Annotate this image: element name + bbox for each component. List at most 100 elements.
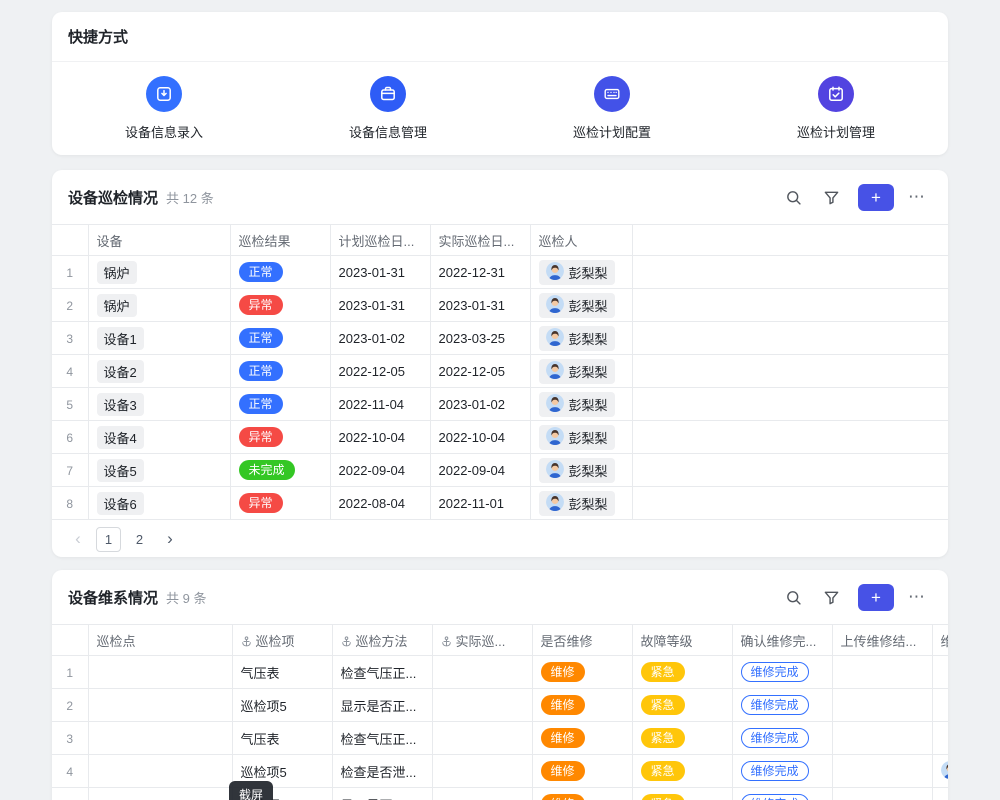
cell-upload[interactable] [832, 722, 932, 755]
cell-person[interactable]: 彭梨梨 [530, 421, 632, 454]
table-row[interactable]: 8设备6异常2022-08-042022-11-01彭梨梨 [52, 487, 948, 520]
cell-method[interactable]: 检查是否泄... [332, 755, 432, 788]
cell-actual[interactable]: 2022-12-05 [430, 355, 530, 388]
search-icon[interactable] [778, 582, 808, 612]
cell-no[interactable]: 1 [52, 256, 88, 289]
column-header-point[interactable]: 巡检点 [88, 625, 232, 656]
cell-no[interactable]: 5 [52, 788, 88, 800]
table-row[interactable]: 3气压表检查气压正...维修紧急维修完成 [52, 722, 948, 755]
cell-method[interactable]: 显示是否正... [332, 788, 432, 800]
shortcut-inspection-plan-manage[interactable]: 巡检计划管理 [724, 76, 948, 141]
cell-actual[interactable] [432, 722, 532, 755]
cell-no[interactable]: 3 [52, 722, 88, 755]
cell-device[interactable]: 设备3 [88, 388, 230, 421]
cell-device[interactable]: 设备6 [88, 487, 230, 520]
cell-point[interactable] [88, 722, 232, 755]
cell-point[interactable] [88, 689, 232, 722]
cell-method[interactable]: 检查气压正... [332, 656, 432, 689]
cell-worker[interactable] [932, 788, 948, 800]
cell-plan[interactable]: 2022-11-04 [330, 388, 430, 421]
cell-upload[interactable] [832, 689, 932, 722]
table-row[interactable]: 5设备3正常2022-11-042023-01-02彭梨梨 [52, 388, 948, 421]
cell-worker[interactable] [932, 689, 948, 722]
cell-plan[interactable]: 2023-01-31 [330, 256, 430, 289]
cell-worker[interactable] [932, 755, 948, 788]
cell-upload[interactable] [832, 755, 932, 788]
cell-level[interactable]: 紧急 [632, 656, 732, 689]
column-header-plan[interactable]: 计划巡检日... [330, 225, 430, 256]
cell-actual[interactable]: 2022-11-01 [430, 487, 530, 520]
cell-item[interactable]: 气压表 [232, 722, 332, 755]
table-row[interactable]: 2锅炉异常2023-01-312023-01-31彭梨梨 [52, 289, 948, 322]
table-row[interactable]: 6设备4异常2022-10-042022-10-04彭梨梨 [52, 421, 948, 454]
cell-person[interactable]: 彭梨梨 [530, 454, 632, 487]
column-header-person[interactable]: 巡检人 [530, 225, 632, 256]
table-row[interactable]: 4巡检项5检查是否泄...维修紧急维修完成 [52, 755, 948, 788]
more-menu-icon[interactable]: ⋯ [902, 182, 932, 212]
cell-upload[interactable] [832, 788, 932, 800]
table-row[interactable]: 7设备5未完成2022-09-042022-09-04彭梨梨 [52, 454, 948, 487]
cell-result[interactable]: 未完成 [230, 454, 330, 487]
cell-confirm[interactable]: 维修完成 [732, 689, 832, 722]
shortcut-device-info-manage[interactable]: 设备信息管理 [276, 76, 500, 141]
cell-level[interactable]: 紧急 [632, 788, 732, 800]
cell-no[interactable]: 1 [52, 656, 88, 689]
cell-repair[interactable]: 维修 [532, 788, 632, 800]
column-header-level[interactable]: 故障等级 [632, 625, 732, 656]
table-row[interactable]: 2巡检项5显示是否正...维修紧急维修完成 [52, 689, 948, 722]
cell-item[interactable]: 巡检项5 [232, 689, 332, 722]
cell-no[interactable]: 8 [52, 487, 88, 520]
table-row[interactable]: 3设备1正常2023-01-022023-03-25彭梨梨 [52, 322, 948, 355]
cell-result[interactable]: 正常 [230, 256, 330, 289]
cell-item[interactable]: 气压表 [232, 656, 332, 689]
cell-method[interactable]: 检查气压正... [332, 722, 432, 755]
cell-no[interactable]: 2 [52, 689, 88, 722]
cell-confirm[interactable]: 维修完成 [732, 656, 832, 689]
cell-actual[interactable]: 2023-01-31 [430, 289, 530, 322]
prev-page-icon[interactable]: ‹ [66, 527, 90, 551]
cell-device[interactable]: 设备5 [88, 454, 230, 487]
filter-icon[interactable] [816, 582, 846, 612]
cell-repair[interactable]: 维修 [532, 722, 632, 755]
table-row[interactable]: 1 气压表检查气压正... 维修紧急维修完成 [52, 656, 948, 689]
cell-no[interactable]: 7 [52, 454, 88, 487]
cell-repair[interactable]: 维修 [532, 656, 632, 689]
column-header-confirm[interactable]: 确认维修完... [732, 625, 832, 656]
cell-result[interactable]: 正常 [230, 355, 330, 388]
search-icon[interactable] [778, 182, 808, 212]
cell-point[interactable] [88, 755, 232, 788]
column-header-upload[interactable]: 上传维修结... [832, 625, 932, 656]
cell-point[interactable] [88, 788, 232, 800]
column-header-repair[interactable]: 是否维修 [532, 625, 632, 656]
column-header-actual[interactable]: 实际巡检日... [430, 225, 530, 256]
cell-device[interactable]: 锅炉 [88, 256, 230, 289]
cell-plan[interactable]: 2022-10-04 [330, 421, 430, 454]
cell-level[interactable]: 紧急 [632, 755, 732, 788]
shortcut-inspection-plan-config[interactable]: 巡检计划配置 [500, 76, 724, 141]
cell-actual[interactable] [432, 788, 532, 800]
cell-result[interactable]: 异常 [230, 421, 330, 454]
column-header-no[interactable] [52, 625, 88, 656]
column-header-method[interactable]: 巡检方法 [332, 625, 432, 656]
cell-worker[interactable] [932, 656, 948, 689]
cell-no[interactable]: 6 [52, 421, 88, 454]
cell-person[interactable]: 彭梨梨 [530, 256, 632, 289]
cell-person[interactable]: 彭梨梨 [530, 289, 632, 322]
column-header-item[interactable]: 巡检项 [232, 625, 332, 656]
table-row[interactable]: 1锅炉正常2023-01-312022-12-31彭梨梨 [52, 256, 948, 289]
cell-actual[interactable]: 2022-09-04 [430, 454, 530, 487]
cell-level[interactable]: 紧急 [632, 722, 732, 755]
filter-icon[interactable] [816, 182, 846, 212]
cell-result[interactable]: 正常 [230, 388, 330, 421]
cell-no[interactable]: 4 [52, 755, 88, 788]
cell-actual[interactable]: 2023-03-25 [430, 322, 530, 355]
page-2[interactable]: 2 [127, 527, 152, 552]
cell-plan[interactable]: 2022-08-04 [330, 487, 430, 520]
cell-result[interactable]: 异常 [230, 487, 330, 520]
cell-result[interactable]: 异常 [230, 289, 330, 322]
cell-level[interactable]: 紧急 [632, 689, 732, 722]
cell-plan[interactable]: 2022-09-04 [330, 454, 430, 487]
cell-actual[interactable]: 2022-10-04 [430, 421, 530, 454]
cell-no[interactable]: 2 [52, 289, 88, 322]
table-row[interactable]: 5巡检项5显示是否正...维修紧急维修完成 [52, 788, 948, 800]
